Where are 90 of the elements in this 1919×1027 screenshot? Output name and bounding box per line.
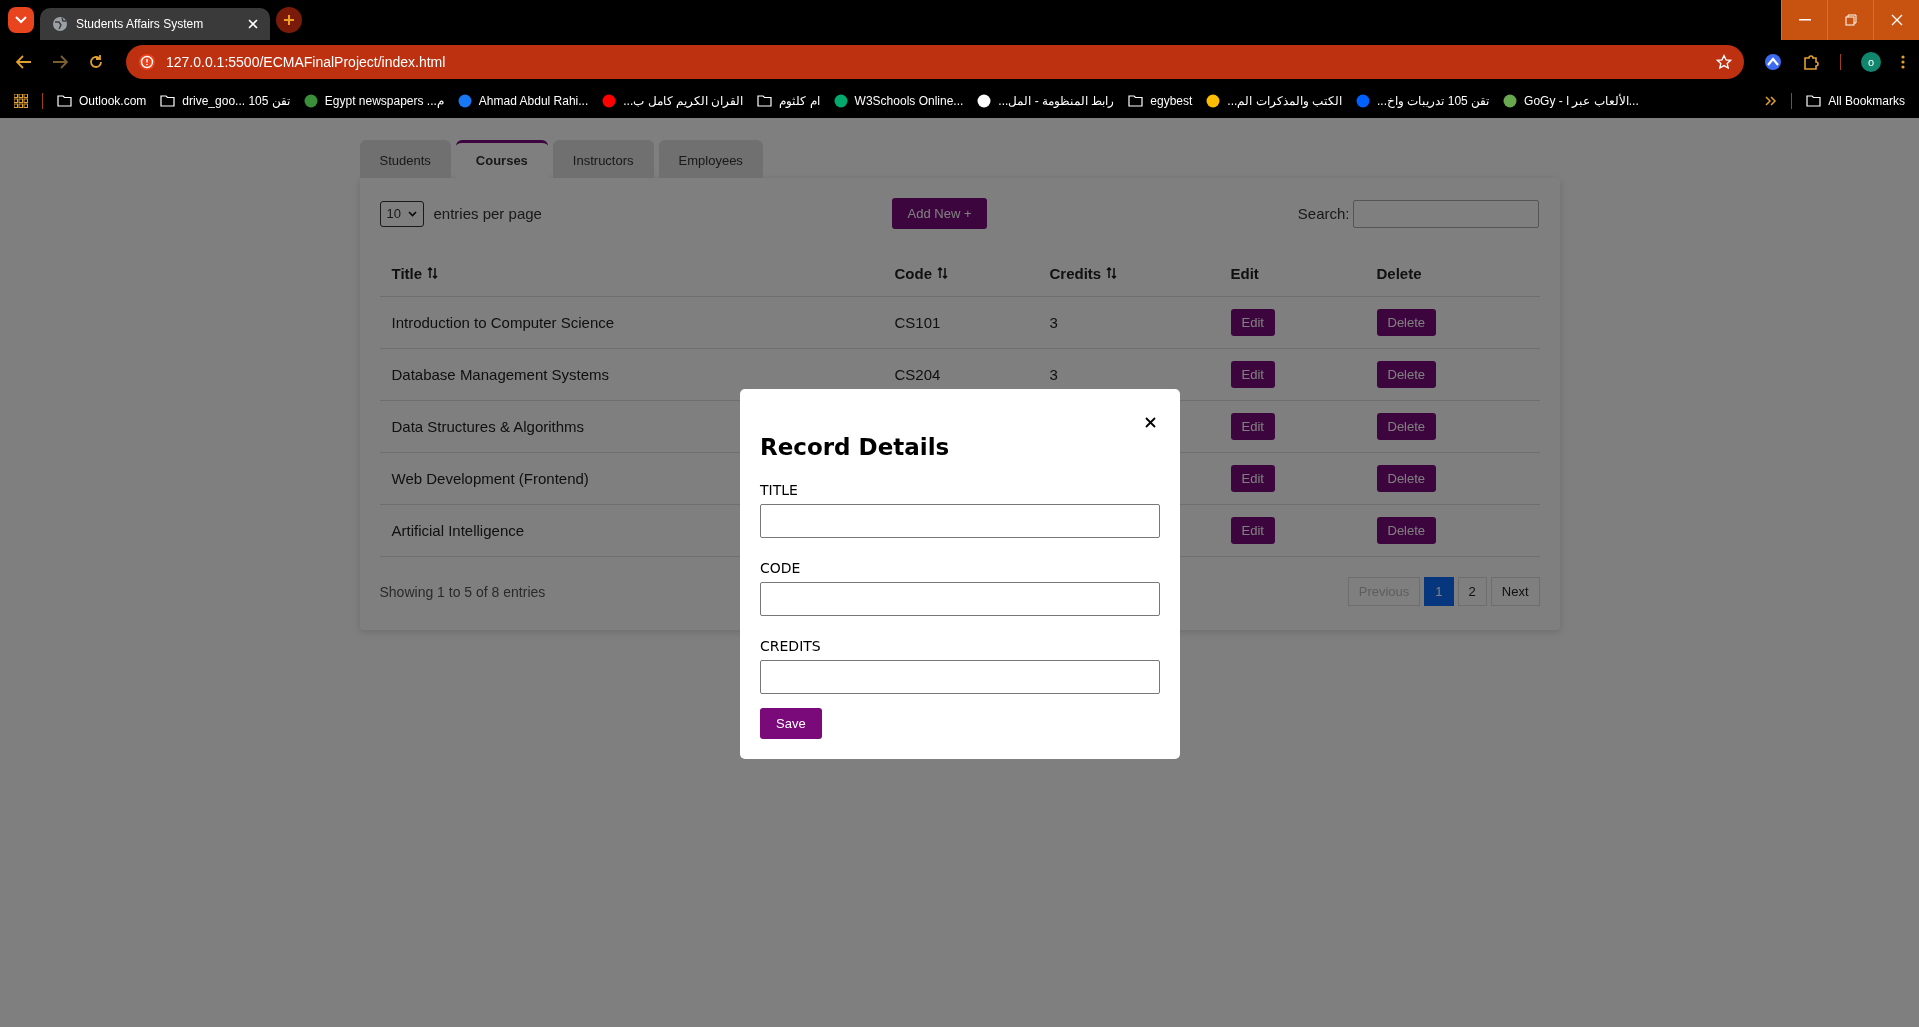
caret-icon — [407, 210, 417, 217]
edit-button[interactable]: Edit — [1230, 465, 1275, 492]
globe-icon — [52, 16, 68, 32]
search-field[interactable] — [1353, 199, 1540, 228]
table-cell: Introduction to Computer Science — [391, 314, 615, 331]
bookmark[interactable]: egybest — [1128, 94, 1193, 108]
back-icon[interactable] — [16, 55, 32, 69]
delete-button[interactable]: Delete — [1376, 309, 1437, 336]
extension-icon[interactable] — [1764, 53, 1782, 71]
puzzle-icon[interactable] — [1802, 53, 1820, 71]
bookmark[interactable]: القران الكريم كامل ب... — [602, 94, 744, 108]
save-button[interactable]: Save — [760, 708, 822, 739]
folder-icon — [757, 95, 773, 107]
bookmark[interactable]: drive_goo... تقن 105 — [160, 94, 290, 108]
profile-avatar[interactable]: o — [1861, 52, 1881, 72]
bookmark[interactable]: Outlook.com — [57, 94, 147, 108]
all-bookmarks[interactable]: All Bookmarks — [1806, 94, 1905, 108]
sort-icon — [937, 267, 948, 279]
new-tab-button[interactable] — [276, 7, 302, 33]
tab[interactable]: Employees — [658, 140, 763, 178]
page-size-select[interactable]: 10 — [379, 200, 424, 227]
bookmark[interactable]: ام كلثوم — [757, 94, 820, 108]
edit-button[interactable]: Edit — [1230, 361, 1275, 388]
bookmark[interactable]: GoGy - الألعاب عبر ا... — [1503, 94, 1639, 108]
add-new-button[interactable]: Add New + — [891, 198, 988, 229]
delete-button[interactable]: Delete — [1376, 517, 1437, 544]
delete-button[interactable]: Delete — [1376, 413, 1437, 440]
column-header: Delete — [1364, 251, 1540, 297]
folder-icon — [57, 95, 72, 107]
table-cell: Database Management Systems — [391, 366, 610, 383]
tab-title: Students Affairs System — [76, 17, 205, 31]
input-field[interactable] — [760, 660, 1160, 694]
restore-icon — [1844, 14, 1857, 26]
field-label: TITLE — [760, 482, 799, 498]
tab[interactable]: Instructors — [552, 140, 654, 178]
page-size-label: entries per page — [433, 205, 542, 222]
tab-search-button[interactable] — [8, 7, 34, 33]
folder-icon — [1806, 95, 1822, 107]
star-icon[interactable] — [1716, 54, 1732, 70]
table-cell: Web Development (Frontend) — [391, 470, 589, 487]
column-header[interactable]: Title — [379, 251, 883, 297]
forward-icon[interactable] — [52, 55, 68, 69]
table-cell: 3 — [1049, 314, 1058, 331]
column-header: Edit — [1218, 251, 1365, 297]
bookmark[interactable]: Egypt newspapers ...م — [303, 94, 444, 108]
page-button[interactable]: 1 — [1424, 577, 1454, 606]
sort-icon — [1106, 267, 1118, 279]
field-label: CREDITS — [760, 638, 822, 654]
table-cell: Data Structures & Algorithms — [391, 418, 585, 435]
folder-icon — [1128, 95, 1144, 107]
column-header[interactable]: Code — [882, 251, 1038, 297]
table-cell: Artificial Intelligence — [391, 522, 525, 539]
plus-icon — [283, 14, 295, 26]
info-icon[interactable] — [138, 53, 156, 71]
close-icon — [1890, 14, 1903, 26]
input-field[interactable] — [760, 582, 1160, 616]
dialog-title: Record Details — [760, 434, 951, 460]
entries-info: Showing 1 to 5 of 8 entries — [379, 583, 546, 600]
bookmark[interactable]: رابط المنظومة - المل... — [977, 94, 1115, 108]
table-cell: CS204 — [894, 366, 941, 383]
bookmark[interactable]: W3Schools Online... — [833, 94, 964, 108]
chevron-icon[interactable] — [1765, 96, 1778, 106]
url-text: 127.0.0.1:5500/ECMAFinalProject/index.html — [166, 54, 446, 70]
apps-icon[interactable] — [14, 94, 28, 108]
address-bar[interactable]: 127.0.0.1:5500/ECMAFinalProject/index.html — [126, 45, 1744, 79]
table-cell: CS101 — [894, 314, 941, 331]
close-icon[interactable] — [1145, 417, 1156, 428]
search-label: Search: — [1297, 205, 1350, 222]
delete-button[interactable]: Delete — [1376, 361, 1437, 388]
table-cell: 3 — [1049, 366, 1058, 383]
edit-button[interactable]: Edit — [1230, 309, 1275, 336]
delete-button[interactable]: Delete — [1376, 465, 1437, 492]
column-header[interactable]: Credits — [1037, 251, 1219, 297]
browser-tab[interactable]: Students Affairs System — [40, 8, 270, 40]
field-label: CODE — [760, 560, 802, 576]
caret-icon — [15, 16, 27, 24]
menu-icon[interactable] — [1901, 55, 1905, 69]
reload-icon[interactable] — [88, 54, 104, 70]
bookmark[interactable]: الكتب والمذكرات الم... — [1206, 94, 1343, 108]
bookmark[interactable]: تقن 105 تدريبات واخ... — [1356, 94, 1490, 108]
page-button[interactable]: Next — [1490, 577, 1540, 606]
edit-button[interactable]: Edit — [1230, 517, 1275, 544]
bookmark[interactable]: Ahmad Abdul Rahi... — [457, 94, 589, 108]
minimize-icon — [1798, 19, 1811, 21]
page-button[interactable]: 2 — [1457, 577, 1487, 606]
tab[interactable]: Students — [359, 140, 451, 178]
input-field[interactable] — [760, 504, 1160, 538]
edit-button[interactable]: Edit — [1230, 413, 1275, 440]
sort-icon — [427, 267, 439, 279]
folder-icon — [160, 95, 176, 107]
